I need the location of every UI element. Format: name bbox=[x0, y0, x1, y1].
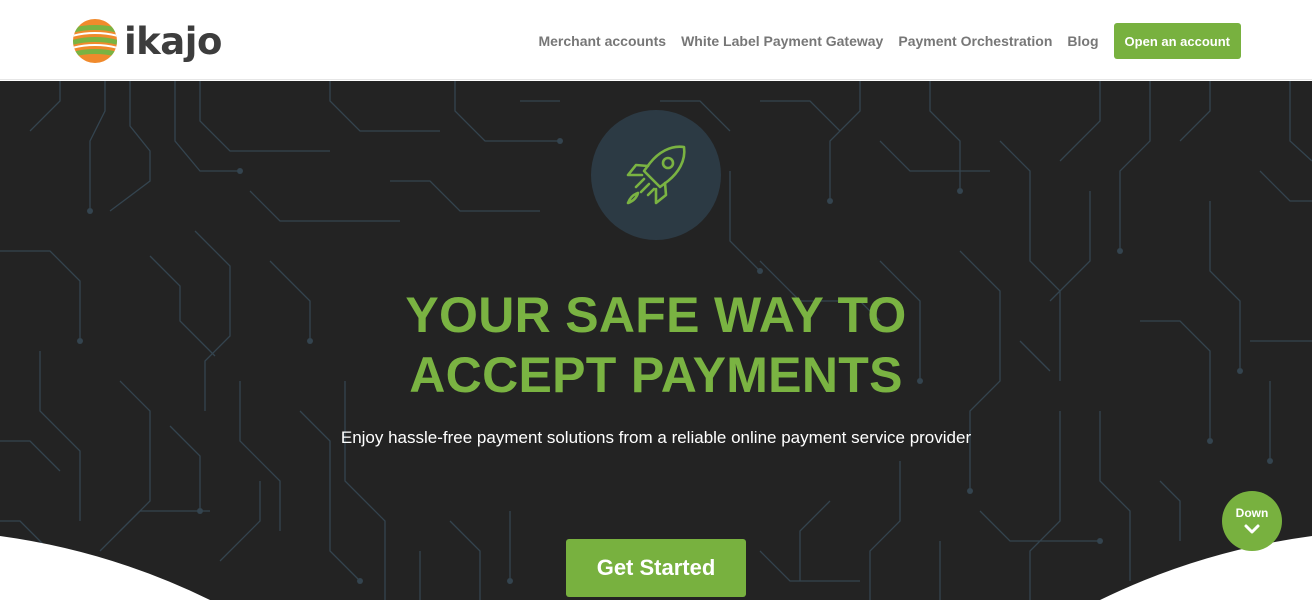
get-started-button[interactable]: Get Started bbox=[566, 539, 746, 597]
nav-link-white-label-gateway[interactable]: White Label Payment Gateway bbox=[681, 33, 883, 49]
striped-globe-logo-icon bbox=[73, 19, 117, 63]
scroll-down-label: Down bbox=[1235, 505, 1269, 520]
nav-link-merchant-accounts[interactable]: Merchant accounts bbox=[538, 33, 666, 49]
hero-title-line-2: ACCEPT PAYMENTS bbox=[409, 347, 903, 403]
rocket-icon bbox=[626, 145, 686, 205]
hero-title: YOUR SAFE WAY TO ACCEPT PAYMENTS bbox=[256, 285, 1056, 405]
hero-title-line-1: YOUR SAFE WAY TO bbox=[405, 287, 907, 343]
logo-wordmark: ikajo bbox=[124, 19, 222, 63]
scroll-down-button[interactable]: Down bbox=[1222, 491, 1282, 551]
logo-link[interactable]: ikajo bbox=[70, 16, 222, 66]
nav-link-blog[interactable]: Blog bbox=[1067, 33, 1098, 49]
chevron-down-icon bbox=[1244, 524, 1260, 533]
site-header: ikajo Merchant accounts White Label Paym… bbox=[0, 0, 1312, 80]
hero-subtitle: Enjoy hassle-free payment solutions from… bbox=[340, 428, 972, 447]
main-nav: Merchant accounts White Label Payment Ga… bbox=[538, 23, 1241, 59]
nav-link-payment-orchestration[interactable]: Payment Orchestration bbox=[898, 33, 1052, 49]
open-account-button[interactable]: Open an account bbox=[1113, 23, 1241, 59]
hero-section: YOUR SAFE WAY TO ACCEPT PAYMENTS Enjoy h… bbox=[0, 81, 1312, 600]
rocket-badge bbox=[591, 110, 721, 240]
